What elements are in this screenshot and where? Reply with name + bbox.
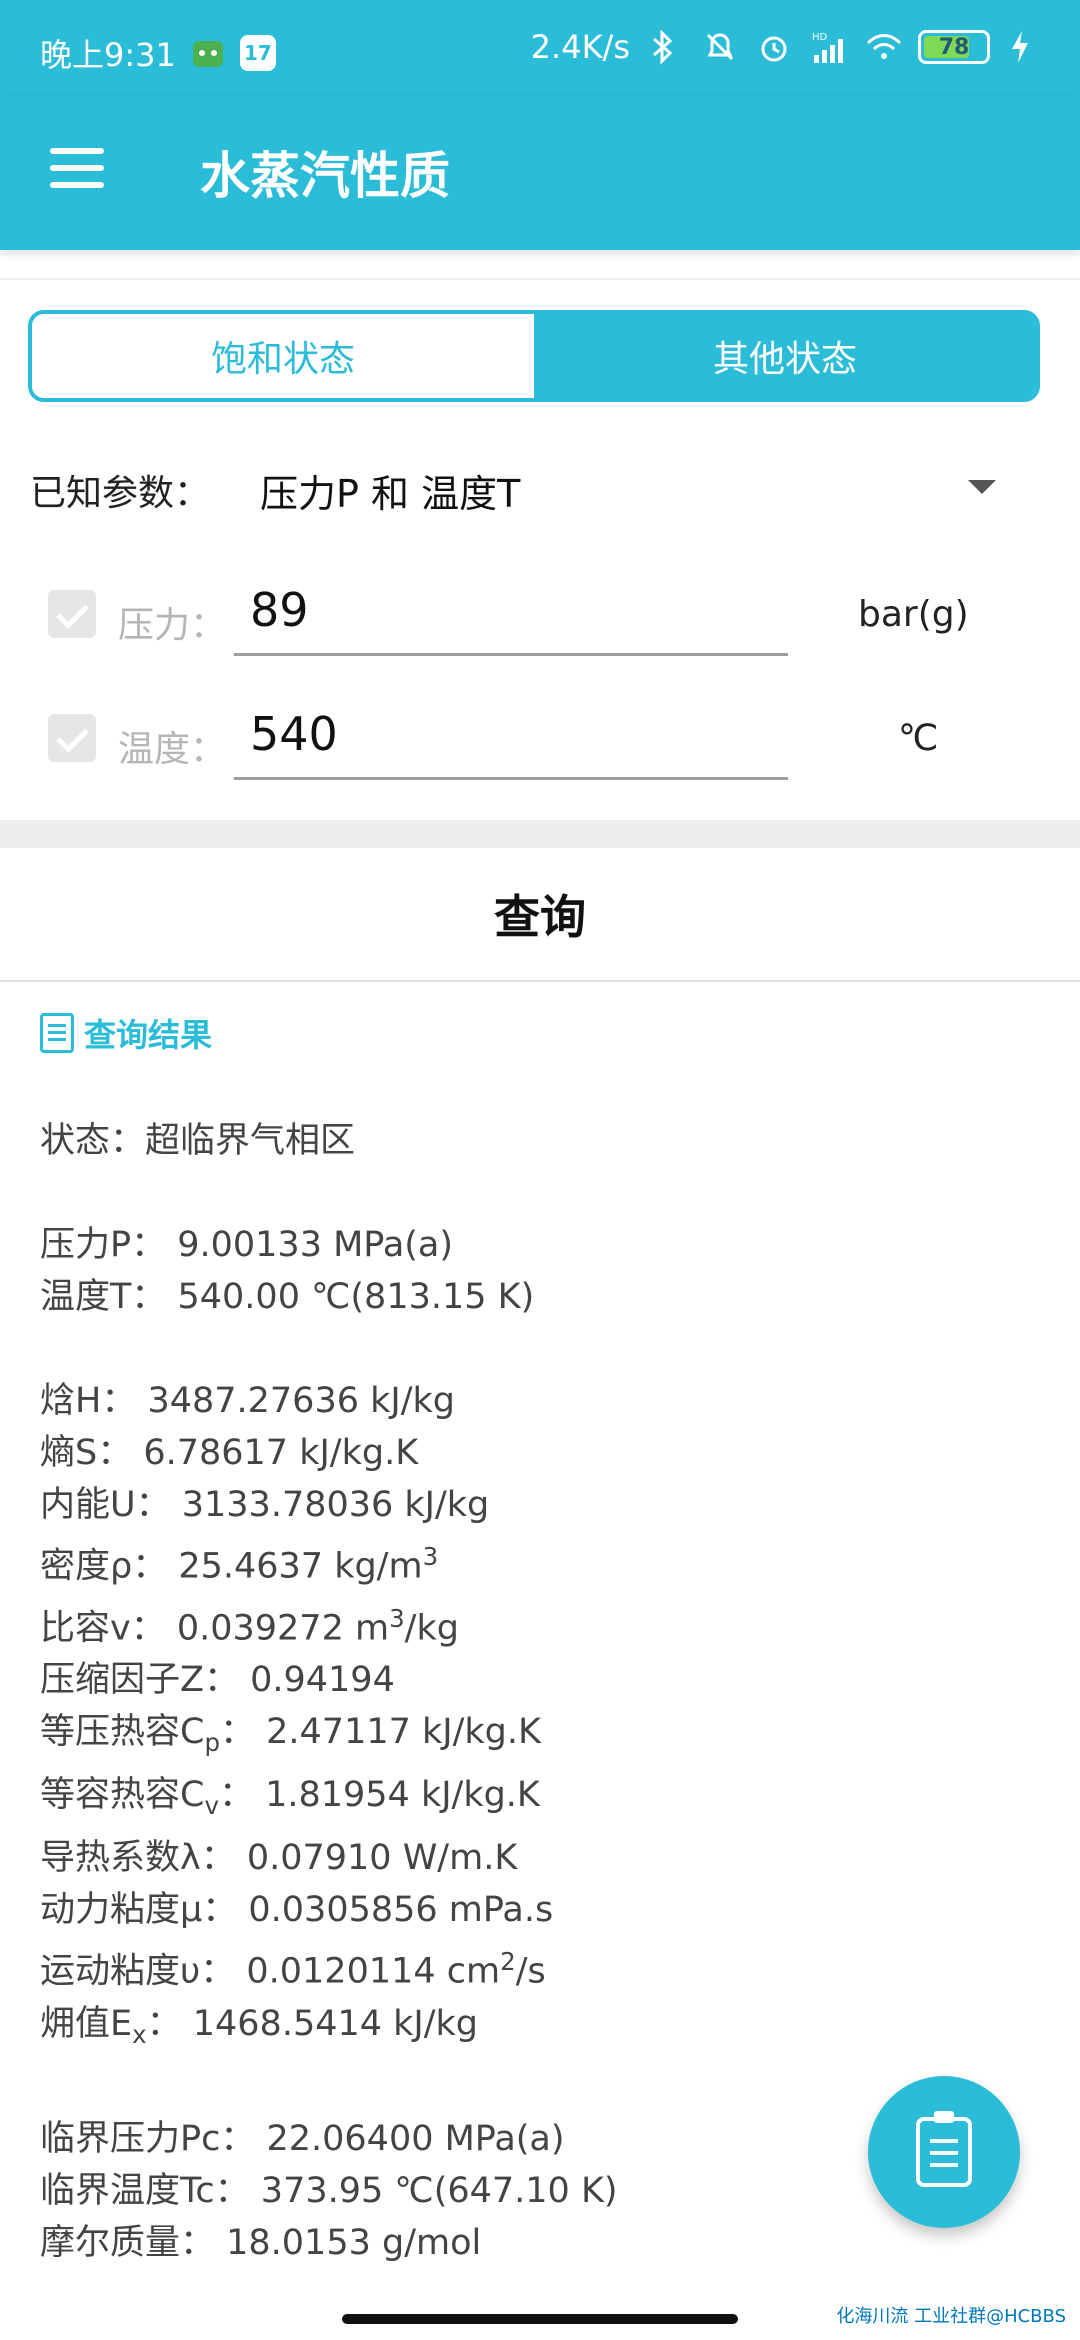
exergy-text: 㶲值E [40,2003,133,2044]
exergy-suffix: ： 1468.5414 kJ/kg [146,2003,479,2044]
watermark: 化海川流 工业社群@HCBBS [836,2306,1066,2327]
density-sup: 3 [422,1542,439,1571]
clipboard-fab[interactable] [868,2076,1020,2228]
top-divider [0,278,1080,280]
charging-icon [1008,29,1044,65]
result-cv: 等容热容Cv： 1.81954 kJ/kg.K [40,1769,618,1832]
kin-visc-text: 运动粘度υ： 0.0120114 cm [40,1951,501,1992]
menu-line [50,165,104,171]
clipboard-icon [916,2111,972,2187]
result-cp: 等压热容Cp： 2.47117 kJ/kg.K [40,1706,618,1769]
result-state: 状态：超临界气相区 [40,1121,356,1161]
state-tabs: 饱和状态 其他状态 [28,310,1040,402]
temperature-label: 温度： [118,729,227,770]
spec-vol-suffix: /kg [404,1608,459,1649]
svg-text:HD: HD [812,32,828,43]
result-molar-mass: 摩尔质量： 18.0153 g/mol [40,2222,482,2263]
temperature-input[interactable] [234,690,788,780]
android-icon [190,35,226,71]
net-speed: 2.4K/s [530,28,630,66]
result-enthalpy: 焓H： 3487.27636 kJ/kg [40,1381,455,1421]
battery-text: 78 [938,34,970,60]
result-conductivity: 导热系数λ： 0.07910 W/m.K [40,1838,518,1879]
kin-visc-sup: 2 [500,1947,516,1977]
status-bar: 晚上9:31 17 2.4K/s HD 78 [0,0,1080,96]
battery-icon: 78 [918,30,990,64]
pressure-checkbox[interactable] [48,590,96,638]
result-dynamic-viscosity: 动力粘度μ： 0.0305856 mPa.s [40,1890,554,1931]
result-specific-volume: 比容v： 0.039272 m3/kg [40,1593,618,1655]
chevron-down-icon[interactable] [968,480,996,494]
cv-sub: v [204,1791,219,1821]
exergy-sub: x [132,2019,147,2049]
result-internal-energy: 内能U： 3133.78036 kJ/kg [40,1485,490,1525]
menu-line [50,182,104,188]
home-indicator[interactable] [342,2314,738,2324]
temperature-unit: ℃ [898,718,939,759]
result-density: 密度ρ： 25.4637 kg/m3 [40,1531,618,1593]
result-kinematic-viscosity: 运动粘度υ： 0.0120114 cm2/s [40,1936,618,1998]
known-params-select[interactable]: 压力P 和 温度T [260,463,520,518]
cp-suffix: ： 2.47117 kJ/kg.K [220,1712,541,1753]
pressure-label: 压力： [118,605,227,646]
wifi-icon [864,29,902,65]
known-params-label: 已知参数： [30,473,211,514]
document-icon [40,1013,74,1053]
tab-other[interactable]: 其他状态 [534,314,1036,398]
density-text: 密度ρ： 25.4637 kg/m [40,1546,423,1587]
pressure-unit: bar(g) [858,594,969,635]
cv-suffix: ： 1.81954 kJ/kg.K [218,1775,540,1816]
pressure-input[interactable] [234,566,788,656]
results-title: 查询结果 [84,1016,213,1054]
status-right: 2.4K/s HD 78 [531,28,1044,66]
bluetooth-icon [648,29,684,65]
result-z-factor: 压缩因子Z： 0.94194 [40,1660,395,1701]
mute-bell-icon [702,29,738,65]
signal-hd-icon: HD [810,29,846,65]
cp-text: 等压热容C [40,1712,205,1753]
kin-visc-suffix: /s [515,1951,546,1992]
cp-sub: p [204,1728,221,1758]
result-exergy: 㶲值Ex： 1468.5414 kJ/kg [40,1998,618,2061]
spec-vol-text: 比容v： 0.039272 m [40,1608,390,1649]
result-entropy: 熵S： 6.78617 kJ/kg.K [40,1433,419,1473]
results-list: 状态：超临界气相区 压力P： 9.00133 MPa(a) 温度T： 540.0… [40,1115,618,2269]
result-critical-pressure: 临界压力Pc： 22.06400 MPa(a) [40,2118,565,2159]
alarm-icon [756,29,792,65]
spec-vol-sup: 3 [389,1603,405,1633]
status-left: 晚上9:31 17 [40,30,276,76]
section-separator [0,820,1080,848]
result-temperature: 温度T： 540.00 ℃(813.15 K) [40,1277,535,1317]
menu-line [50,148,104,154]
check-icon [55,719,89,753]
temperature-checkbox[interactable] [48,714,96,762]
result-pressure: 压力P： 9.00133 MPa(a) [40,1225,454,1265]
menu-icon[interactable] [50,148,104,188]
tab-saturated[interactable]: 饱和状态 [32,314,534,398]
calendar-icon: 17 [239,35,276,71]
results-header: 查询结果 [40,1010,212,1056]
known-params-row[interactable]: 已知参数： 压力P 和 温度T [30,460,1030,520]
status-time: 晚上9:31 [40,36,176,74]
cv-text: 等容热容C [40,1775,205,1816]
page-title: 水蒸汽性质 [200,147,450,205]
check-icon [55,595,89,629]
result-critical-temperature: 临界温度Tc： 373.95 ℃(647.10 K) [40,2170,618,2211]
query-divider [0,980,1080,982]
temperature-row: 温度： ℃ [48,684,1048,794]
pressure-row: 压力： bar(g) [48,560,1048,670]
app-bar: 水蒸汽性质 [0,96,1080,250]
query-button[interactable]: 查询 [0,848,1080,980]
